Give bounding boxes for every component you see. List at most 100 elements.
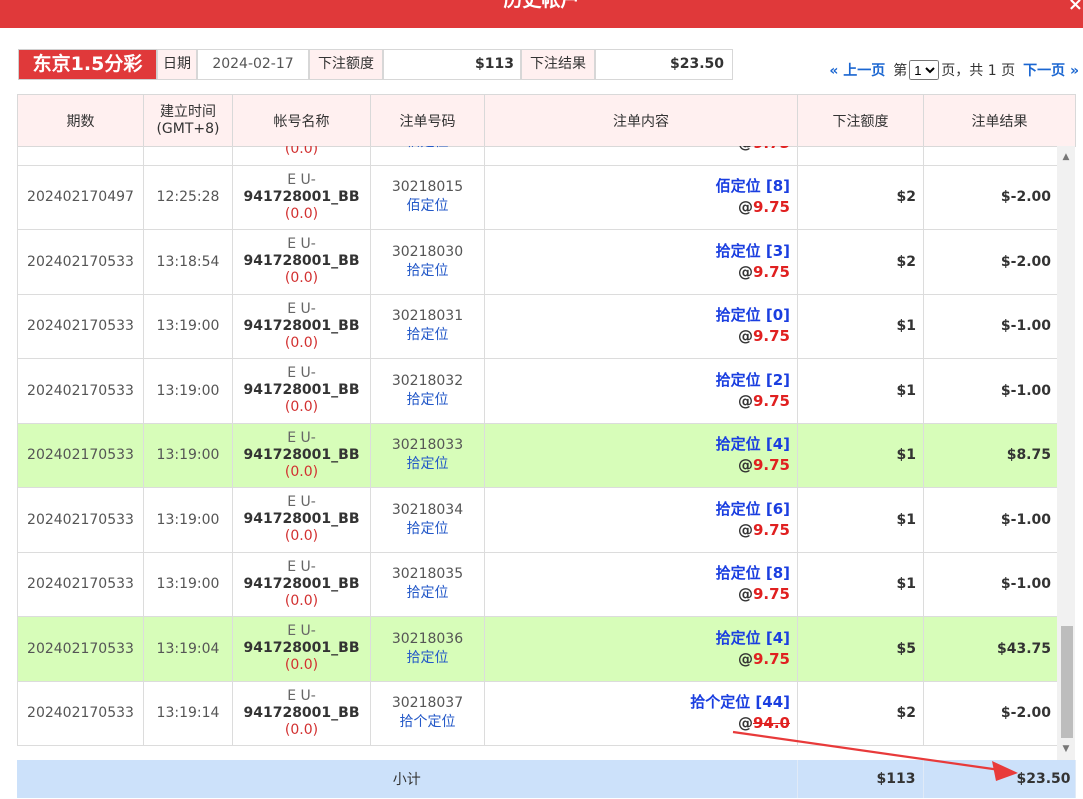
- odds-value: 94.0: [752, 714, 790, 733]
- odds-at: @: [737, 327, 753, 346]
- cell-period: 202402170533: [17, 358, 144, 424]
- table-row: 202402170533 13:19:00 E U- 941728001_BB (0.0…: [17, 358, 1058, 424]
- odds-value: 9.75: [752, 456, 790, 475]
- account-name: 941728001_BB: [243, 253, 360, 270]
- scrollbar-thumb[interactable]: [1061, 626, 1073, 738]
- cell-amount: $2: [797, 164, 924, 230]
- odds-at: @: [737, 520, 753, 539]
- order-number: 30218034: [391, 501, 464, 518]
- account-name: 941728001_BB: [243, 317, 360, 334]
- cell-result: $-1.00: [923, 358, 1058, 424]
- account-balance: (0.0): [284, 592, 319, 609]
- account-balance: (0.0): [284, 270, 319, 287]
- odds-value: 9.75: [752, 327, 790, 346]
- lottery-name: 东京1.5分彩: [18, 49, 157, 80]
- history-table-header: 期数 建立时间 (GMT+8) 帐号名称 注单号码 注单内容 下注额度 注单结果: [17, 94, 1076, 147]
- account-name: 941728001_BB: [243, 446, 360, 463]
- cell-period: 202402170533: [17, 293, 144, 359]
- bet-content: 拾定位 [3]: [715, 241, 790, 260]
- odds-value: 9.75: [752, 391, 790, 410]
- page-select[interactable]: 1: [909, 60, 940, 80]
- bet-content: 拾个定位 [44]: [690, 693, 790, 712]
- page-prefix: 第: [893, 63, 908, 79]
- order-number: 30218031: [391, 308, 464, 325]
- account-prefix: E U-: [287, 687, 316, 704]
- cell-period: 202402170497: [17, 146, 144, 166]
- cell-account: E U-941728001_BB(0.0): [232, 616, 371, 682]
- header-amount: 下注额度: [797, 94, 924, 147]
- odds-value: 9.75: [752, 262, 790, 281]
- pagination: « 上一页 第 1 页，共 1 页 下一页 »: [829, 60, 1079, 80]
- cell-amount: $5: [797, 616, 924, 682]
- order-number: 30218015: [391, 179, 464, 196]
- cell-result: $-2.00: [923, 164, 1058, 230]
- order-number: 30218036: [391, 630, 464, 647]
- order-number: 30218030: [391, 243, 464, 260]
- cell-order: 30218033 拾定位: [370, 422, 485, 488]
- odds-at: @: [737, 649, 753, 668]
- order-type: 拾定位: [406, 456, 449, 473]
- odds-at: @: [738, 146, 753, 152]
- vertical-scrollbar[interactable]: ▲ ▼: [1057, 146, 1075, 760]
- cell-content: 拾定位 [8] @9.75: [484, 551, 798, 617]
- cell-content: 拾定位 [3] @9.75: [484, 229, 798, 295]
- cell-amount: $1: [797, 293, 924, 359]
- close-icon[interactable]: ×: [1068, 0, 1083, 15]
- window-title: 历史帐户: [503, 0, 580, 11]
- next-page-link[interactable]: 下一页 »: [1023, 60, 1079, 80]
- cell-order: 30218037 拾个定位: [370, 680, 485, 746]
- scroll-down-icon[interactable]: ▼: [1057, 740, 1075, 758]
- cell-content: 拾定位 [4] @9.75: [484, 616, 798, 682]
- cell-result: $-1.00: [923, 293, 1058, 359]
- header-result: 注单结果: [923, 94, 1076, 147]
- subtotal-label: 小计: [17, 760, 798, 798]
- page-suffix: 页，共 1 页: [941, 63, 1016, 79]
- account-name: 941728001_BB: [243, 704, 360, 721]
- cell-account: E U-941728001_BB(0.0): [232, 487, 371, 553]
- table-row: 202402170533 13:19:04 E U- 941728001_BB (0.0…: [17, 616, 1058, 682]
- table-scroll-area[interactable]: 20240217049712:25:20E U-941728001_BB(0.0…: [17, 146, 1075, 760]
- bet-amount-label: 下注额度: [309, 49, 383, 80]
- order-type: 拾定位: [406, 262, 449, 279]
- bet-amount-value: $113: [383, 49, 521, 80]
- cell-period: 202402170497: [17, 164, 144, 230]
- account-prefix: E U-: [287, 429, 316, 446]
- account-prefix: E U-: [287, 171, 316, 188]
- cell-content: 佰定位 [?]@9.75: [484, 146, 798, 166]
- header-content: 注单内容: [484, 94, 798, 147]
- cell-content: 佰定位 [8] @9.75: [484, 164, 798, 230]
- subtotal-result: $23.50: [923, 760, 1076, 798]
- prev-page-link[interactable]: « 上一页: [829, 60, 885, 80]
- cell-order: 佰定位: [370, 146, 485, 166]
- cell-result: $-2.00: [923, 229, 1058, 295]
- table-row: 202402170533 13:18:54 E U- 941728001_BB (0.0…: [17, 229, 1058, 295]
- account-balance: (0.0): [284, 528, 319, 545]
- table-row: 202402170533 13:19:14 E U- 941728001_BB (0.0…: [17, 680, 1058, 746]
- cell-order: 30218030 拾定位: [370, 229, 485, 295]
- cell-amount: $1: [797, 358, 924, 424]
- odds-value: 9.75: [752, 585, 790, 604]
- cell-content: 拾定位 [2] @9.75: [484, 358, 798, 424]
- account-balance: (0.0): [284, 657, 319, 674]
- odds-at: @: [737, 262, 753, 281]
- account-balance: (0.0): [284, 399, 319, 416]
- cell-account: E U-941728001_BB(0.0): [232, 293, 371, 359]
- cell-order: 30218035 拾定位: [370, 551, 485, 617]
- account-name: 941728001_BB: [243, 382, 360, 399]
- odds-value: 9.75: [752, 198, 790, 217]
- scroll-up-icon[interactable]: ▲: [1057, 148, 1075, 166]
- cell-amount: $2: [797, 680, 924, 746]
- odds-at: @: [737, 456, 753, 475]
- cell-result: $8.75: [923, 422, 1058, 488]
- account-prefix: E U-: [287, 494, 316, 511]
- account-balance: (0.0): [284, 463, 319, 480]
- cell-time: 13:19:00: [143, 293, 233, 359]
- cell-period: 202402170533: [17, 551, 144, 617]
- order-type: 拾定位: [406, 327, 449, 344]
- account-balance: (0.0): [284, 334, 319, 351]
- account-name: 941728001_BB: [243, 640, 360, 657]
- table-row: 202402170533 13:19:00 E U- 941728001_BB (0.0…: [17, 487, 1058, 553]
- filter-bar: 东京1.5分彩 日期 2024-02-17 下注额度 $113 下注结果 $23…: [18, 49, 733, 80]
- cell-time: 12:25:28: [143, 164, 233, 230]
- account-prefix: E U-: [287, 300, 316, 317]
